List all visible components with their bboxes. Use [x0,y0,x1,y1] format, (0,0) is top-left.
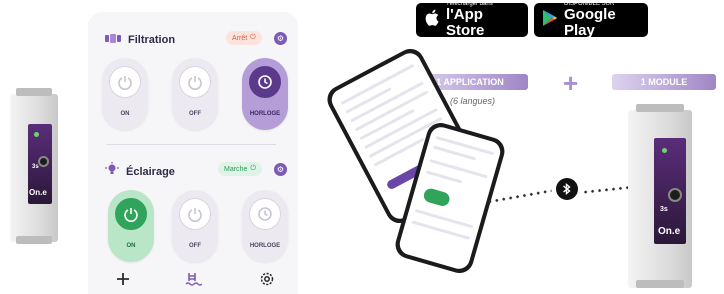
module-pill-label: 1 MODULE [640,77,688,87]
clock-icon [249,66,281,98]
module-brand: On.e [29,188,47,197]
eclairage-off-button[interactable]: OFF [172,190,218,262]
gear-icon[interactable] [256,268,278,290]
google-play-text: DISPONIBLE SUR Google Play [564,1,640,39]
power-icon: ⏻ [250,34,256,41]
filtration-header: Filtration [104,31,175,49]
section-divider [106,144,276,145]
power-icon [179,66,211,98]
app-store-badge[interactable]: Télécharger dans l'App Store [416,1,528,39]
filtration-horloge-label: HORLOGE [249,111,281,117]
module-led [662,148,667,153]
play-icon [542,9,558,32]
power-icon [109,66,141,98]
filtration-horloge-button[interactable]: HORLOGE [242,58,288,130]
module-button-label: 3s [660,206,668,213]
eclairage-on-label: ON [126,243,136,249]
google-play-badge[interactable]: DISPONIBLE SUR Google Play [534,1,648,39]
google-play-big: Google Play [564,6,616,39]
filtration-title: Filtration [128,34,176,46]
filtration-status-badge[interactable]: Arrêt ⏻ [226,31,262,45]
filtration-icon [104,31,122,49]
module-top-clip [16,88,52,96]
plus-connector: + [563,68,579,98]
eclairage-off-label: OFF [189,243,201,249]
bluetooth-icon [556,178,578,200]
languages-note: (6 langues) [450,96,496,106]
clock-icon [249,198,281,230]
pool-ladder-icon[interactable] [182,268,204,290]
eclairage-status-badge[interactable]: Marche ⏻ [218,162,262,176]
connection-dots-left [486,189,552,204]
module-button-label: 3s [32,164,39,170]
filtration-on-button[interactable]: ON [102,58,148,130]
app-store-big: l'App Store [446,6,485,39]
filtration-on-label: ON [120,111,130,117]
module-bottom-clip [16,236,52,244]
filtration-off-button[interactable]: OFF [172,58,218,130]
eclairage-horloge-label: HORLOGE [249,243,281,249]
power-icon [115,198,147,230]
power-icon: ⏻ [250,165,256,172]
power-icon [179,198,211,230]
module-brand: On.e [658,226,681,237]
module-top-clip [636,104,684,112]
module-button [38,156,49,167]
apple-icon [424,8,440,32]
module-bottom-clip [636,280,684,288]
module-pill: 1 MODULE [612,74,716,90]
application-pill-label: 1 APPLICATION [436,77,504,87]
module-led [34,132,39,137]
eclairage-status-label: Marche [224,165,248,173]
module-button [668,188,682,202]
eclairage-horloge-button[interactable]: HORLOGE [242,190,288,262]
filtration-status-label: Arrêt [232,34,248,42]
left-module-device: 3s On.e [10,88,58,244]
plus-icon[interactable] [112,268,134,290]
app-control-panel: Filtration Arrêt ⏻ ⚙ ON OFF HORLOGE Écla… [88,12,298,294]
eclairage-on-button[interactable]: ON [108,190,154,262]
lightbulb-icon [104,162,120,181]
filtration-off-label: OFF [189,111,201,117]
eclairage-header: Éclairage [104,162,175,181]
eclairage-title: Éclairage [126,165,175,178]
app-store-text: Télécharger dans l'App Store [446,1,520,39]
right-module-device: 3s On.e [628,104,692,288]
bottom-navigation [88,264,298,294]
filtration-settings-button[interactable]: ⚙ [274,32,287,45]
eclairage-settings-button[interactable]: ⚙ [274,163,287,176]
